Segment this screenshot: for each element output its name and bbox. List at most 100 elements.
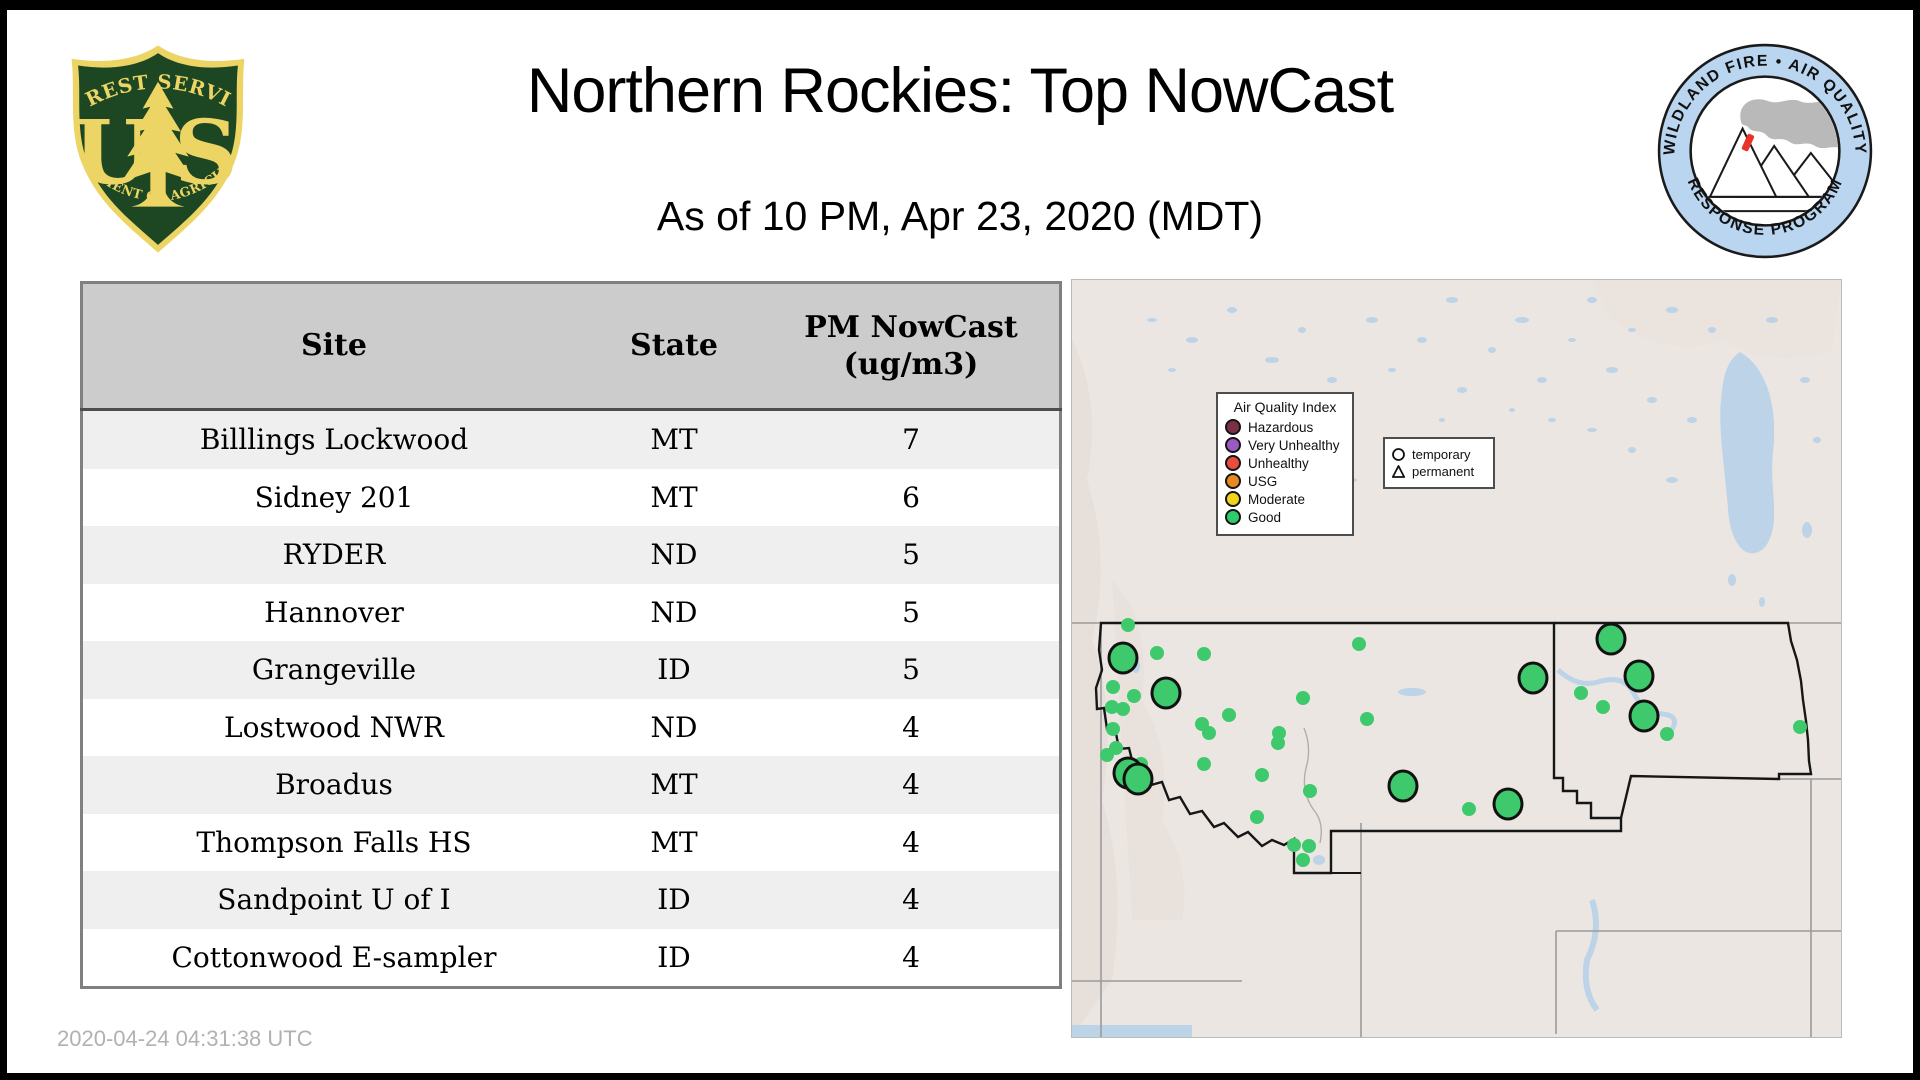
legend-item-label: Moderate <box>1248 491 1306 507</box>
legend-color-swatch-icon <box>1225 473 1241 489</box>
aqi-legend: Air Quality Index Hazardous Very Unhealth… <box>1216 392 1354 536</box>
monitor-marker-temporary <box>1623 659 1655 693</box>
cell-state: ND <box>650 710 698 744</box>
cell-value: 4 <box>902 710 920 744</box>
column-header-state: State <box>585 282 763 411</box>
monitor-marker-permanent <box>1121 618 1135 632</box>
cell-value: 5 <box>902 538 920 572</box>
monitor-marker-permanent <box>1106 722 1120 736</box>
legend-color-swatch-icon <box>1225 419 1241 435</box>
cell-value: 5 <box>902 653 920 687</box>
nowcast-table: Site State PM NowCast (ug/m3) Billlings … <box>80 281 1062 989</box>
monitor-marker-permanent <box>1462 802 1476 816</box>
monitor-marker-permanent <box>1352 637 1366 651</box>
cell-state: ND <box>650 595 698 629</box>
monitor-marker-permanent <box>1197 647 1211 661</box>
cell-value: 4 <box>902 883 920 917</box>
monitor-marker-permanent <box>1127 689 1141 703</box>
monitor-marker-permanent <box>1271 736 1285 750</box>
monitor-marker-permanent <box>1150 646 1164 660</box>
legend-item: Good <box>1225 509 1345 525</box>
monitor-marker-permanent <box>1202 726 1216 740</box>
monitor-marker-temporary <box>1387 769 1419 803</box>
monitor-marker-permanent <box>1596 700 1610 714</box>
legend-item: Moderate <box>1225 491 1345 507</box>
column-header-pm-nowcast: PM NowCast (ug/m3) <box>763 282 1061 411</box>
monitor-map: Air Quality Index Hazardous Very Unhealth… <box>1071 279 1842 1038</box>
cell-state: ID <box>657 653 691 687</box>
cell-state: MT <box>650 423 698 457</box>
report-page: FOREST SERVICE U S DEPARTMENT OF AGRICUL… <box>0 0 1920 1080</box>
legend-color-swatch-icon <box>1225 509 1241 525</box>
table-row: Cottonwood E-sampler ID 4 <box>81 928 1061 988</box>
legend-item-label: USG <box>1248 473 1278 489</box>
monitor-marker-temporary <box>1595 622 1627 656</box>
us-forest-service-logo: FOREST SERVICE U S DEPARTMENT OF AGRICUL… <box>62 38 245 253</box>
table-row: Broadus MT 4 <box>81 756 1061 814</box>
cell-site: Lostwood NWR <box>224 710 444 744</box>
legend-color-swatch-icon <box>1225 455 1241 471</box>
generated-timestamp: 2020-04-24 04:31:38 UTC <box>57 1026 313 1051</box>
monitor-marker-permanent <box>1100 748 1114 762</box>
legend-item: Hazardous <box>1225 419 1345 435</box>
monitor-marker-permanent <box>1296 853 1310 867</box>
permanent-triangle-icon <box>1391 465 1406 478</box>
monitor-marker-permanent <box>1302 839 1316 853</box>
symbol-legend-row-temporary: temporary <box>1391 446 1487 463</box>
cell-value: 4 <box>902 825 920 859</box>
monitor-marker-temporary <box>1628 699 1660 733</box>
legend-item-label: Good <box>1248 509 1282 525</box>
column-header-site: Site <box>81 282 585 411</box>
symbol-label: temporary <box>1412 447 1471 462</box>
nowcast-table-header: Site State PM NowCast (ug/m3) <box>81 282 1061 411</box>
legend-item-label: Unhealthy <box>1248 455 1309 471</box>
monitor-marker-permanent <box>1197 757 1211 771</box>
cell-site: Broadus <box>275 768 393 802</box>
cell-value: 5 <box>902 595 920 629</box>
table-row: Sandpoint U of I ID 4 <box>81 871 1061 929</box>
legend-item: Very Unhealthy <box>1225 437 1345 453</box>
symbol-label: permanent <box>1412 464 1475 479</box>
cell-state: MT <box>650 768 698 802</box>
monitor-marker-permanent <box>1116 702 1130 716</box>
wildland-fire-air-quality-logo: WILDLAND FIRE • AIR QUALITY RESPONSE PRO… <box>1657 43 1873 259</box>
temporary-circle-icon <box>1392 448 1405 461</box>
monitor-marker-permanent <box>1574 686 1588 700</box>
monitor-marker-permanent <box>1106 680 1120 694</box>
cell-site: Cottonwood E-sampler <box>171 940 497 974</box>
cell-site: Billlings Lockwood <box>199 423 469 457</box>
monitor-marker-temporary <box>1492 787 1524 821</box>
cell-value: 7 <box>902 423 920 457</box>
nowcast-table-body: Billlings Lockwood MT 7 Sidney 201 MT 6 RYDER N… <box>81 409 1061 988</box>
table-row: Thompson Falls HS MT 4 <box>81 813 1061 871</box>
monitor-marker-permanent <box>1222 708 1236 722</box>
monitor-marker-temporary <box>1107 641 1139 675</box>
cell-site: Sandpoint U of I <box>217 883 451 917</box>
table-row: Sidney 201 MT 6 <box>81 468 1061 526</box>
monitor-marker-permanent <box>1255 768 1269 782</box>
legend-item-label: Hazardous <box>1248 419 1314 435</box>
aqi-legend-items: Hazardous Very Unhealthy Unhealthy USG Moder… <box>1225 419 1345 525</box>
aqi-legend-title: Air Quality Index <box>1233 399 1337 415</box>
cell-site: RYDER <box>282 538 386 572</box>
page-title: Northern Rockies: Top NowCast <box>526 56 1394 126</box>
monitor-marker-temporary <box>1122 762 1154 796</box>
cell-state: ND <box>650 538 698 572</box>
legend-item: Unhealthy <box>1225 455 1345 471</box>
legend-item: USG <box>1225 473 1345 489</box>
cell-site: Thompson Falls HS <box>196 825 472 859</box>
symbol-legend: temporary permanent <box>1383 437 1495 489</box>
cell-state: MT <box>650 480 698 514</box>
cell-state: MT <box>650 825 698 859</box>
monitor-marker-permanent <box>1250 810 1264 824</box>
cell-value: 6 <box>902 480 920 514</box>
cell-state: ID <box>657 883 691 917</box>
monitor-marker-temporary <box>1150 676 1182 710</box>
cell-site: Hannover <box>264 595 404 629</box>
cell-site: Sidney 201 <box>254 480 414 514</box>
legend-color-swatch-icon <box>1225 437 1241 453</box>
table-row: Hannover ND 5 <box>81 583 1061 641</box>
cell-value: 4 <box>902 768 920 802</box>
cell-site: Grangeville <box>251 653 417 687</box>
table-row: Grangeville ID 5 <box>81 641 1061 699</box>
